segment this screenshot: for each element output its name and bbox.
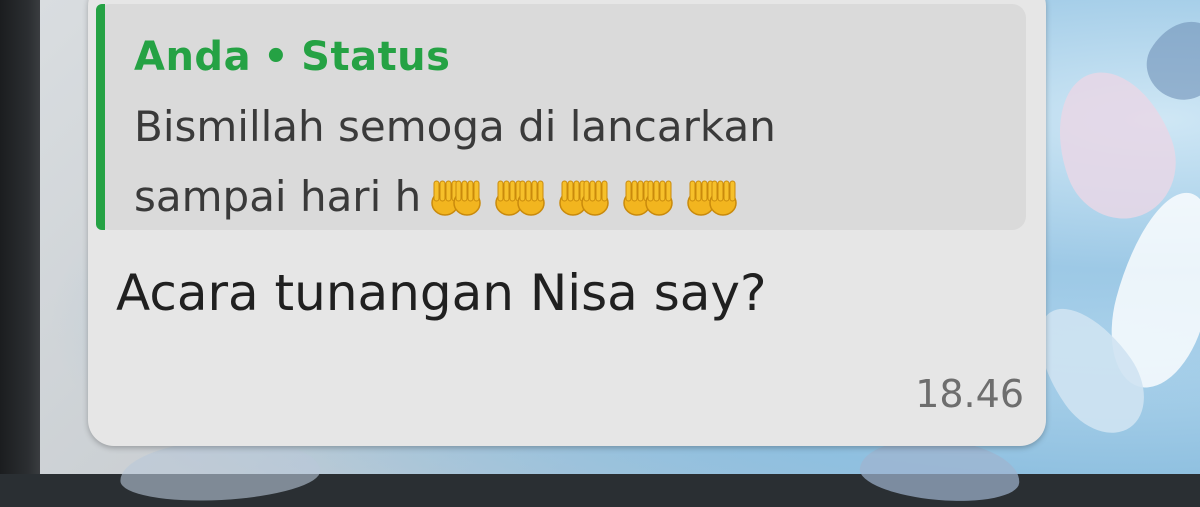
quote-text: Bismillah semoga di lancarkan sampai har… xyxy=(134,92,994,232)
emoji-row xyxy=(421,172,741,221)
quote-author: Anda xyxy=(134,34,252,80)
message-bubble[interactable]: Anda • Status Bismillah semoga di lancarka… xyxy=(88,0,1046,446)
quote-header: Anda • Status xyxy=(134,34,450,80)
quote-type: Status xyxy=(301,34,451,80)
quote-line-1: Bismillah semoga di lancarkan xyxy=(134,102,776,151)
quote-line-2-text: sampai hari h xyxy=(134,172,422,221)
quote-line-2: sampai hari h xyxy=(134,162,994,232)
quote-accent-bar xyxy=(96,4,105,230)
palms-up-together-icon xyxy=(683,168,741,216)
device-bezel xyxy=(0,0,40,474)
message-timestamp: 18.46 xyxy=(915,372,1024,416)
palms-up-together-icon xyxy=(427,168,485,216)
palms-up-together-icon xyxy=(491,168,549,216)
quoted-status-reply[interactable]: Anda • Status Bismillah semoga di lancarka… xyxy=(96,4,1026,230)
message-text: Acara tunangan Nisa say? xyxy=(116,264,767,322)
palms-up-together-icon xyxy=(619,168,677,216)
quote-separator: • xyxy=(263,34,290,80)
palms-up-together-icon xyxy=(555,168,613,216)
